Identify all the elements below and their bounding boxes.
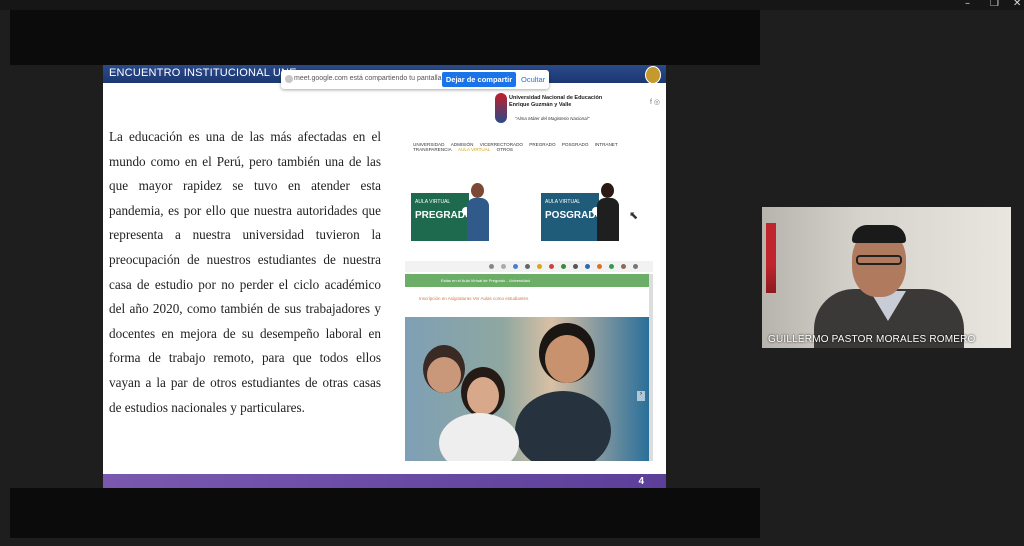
window-titlebar: – ❐ ✕	[0, 0, 1024, 10]
university-logo-icon	[645, 66, 661, 84]
nav-item: INTRANET	[594, 142, 618, 147]
university-motto: "Alma Máter del Magisterio Nacional"	[515, 116, 590, 121]
nav-item: OTROS	[496, 147, 513, 152]
extension-icon	[585, 264, 590, 269]
slide-footer: 4	[103, 474, 666, 488]
participant-name: GUILLERMO PASTOR MORALES ROMERO	[768, 334, 976, 345]
extension-icon	[537, 264, 542, 269]
nav-item: POSGRADO	[561, 142, 589, 147]
extension-icon	[549, 264, 554, 269]
presentation-top-bar	[10, 10, 760, 65]
scrollbar	[649, 274, 653, 461]
slide-title: ENCUENTRO INSTITUCIONAL UNE	[109, 67, 297, 79]
presentation-bottom-bar	[10, 488, 760, 538]
aula-virtual-pregrado-banner: AULA VIRTUAL PREGRADO	[411, 177, 489, 241]
share-indicator-icon	[285, 75, 293, 83]
hide-button[interactable]: Ocultar	[521, 75, 545, 84]
extension-icon	[525, 264, 530, 269]
aula-links: Inscripción en Asignaturas Ver Aulas com…	[419, 296, 529, 301]
search-icon	[489, 264, 494, 269]
close-icon[interactable]: ✕	[1013, 0, 1021, 9]
slide-body-text: La educación es una de las más afectadas…	[109, 129, 381, 415]
extension-icon	[513, 264, 518, 269]
student-figure	[467, 181, 489, 241]
university-name: Universidad Nacional de Educación Enriqu…	[509, 95, 603, 108]
star-icon	[501, 264, 506, 269]
slide-page-number: 4	[638, 476, 644, 487]
maximize-icon[interactable]: ❐	[990, 0, 999, 9]
presentation-slide: ENCUENTRO INSTITUCIONAL UNE La educación…	[103, 65, 666, 488]
minimize-icon[interactable]: –	[965, 0, 970, 9]
students-photo: ›	[405, 317, 649, 461]
mouse-cursor-icon: ⬉	[629, 210, 639, 222]
extension-icon	[573, 264, 578, 269]
flag	[766, 223, 776, 293]
green-banner: Estás en el Aula Virtual de Pregrado - U…	[405, 274, 653, 287]
website-nav: UNIVERSIDAD ADMISIÓN VICERRECTORADO PREG…	[413, 142, 663, 152]
extension-icon	[597, 264, 602, 269]
extension-icon	[561, 264, 566, 269]
share-message: meet.google.com está compartiendo tu pan…	[294, 75, 444, 82]
nav-item: TRANSPARENCIA	[413, 147, 452, 152]
nav-item-active: AULA VIRTUAL	[458, 147, 491, 152]
university-crest-icon	[495, 93, 507, 123]
extension-icon	[621, 264, 626, 269]
social-icons: f ◎	[650, 99, 660, 106]
nav-item: PREGRADO	[529, 142, 556, 147]
aula-virtual-page-screenshot: Estás en el Aula Virtual de Pregrado - U…	[405, 261, 653, 461]
aula-virtual-posgrado-banner: AULA VIRTUAL POSGRADO	[541, 177, 619, 241]
student-figure	[597, 181, 619, 241]
screen-share-notification: meet.google.com está compartiendo tu pan…	[281, 70, 549, 89]
participant-video-tile[interactable]: GUILLERMO PASTOR MORALES ROMERO	[762, 207, 1011, 348]
avatar	[633, 264, 638, 269]
stop-sharing-button[interactable]: Dejar de compartir	[442, 72, 516, 87]
slider-next-icon: ›	[637, 391, 645, 401]
browser-toolbar	[405, 261, 653, 272]
glasses	[856, 255, 902, 265]
website-screenshot: Universidad Nacional de Educación Enriqu…	[405, 85, 666, 265]
extension-icon	[609, 264, 614, 269]
